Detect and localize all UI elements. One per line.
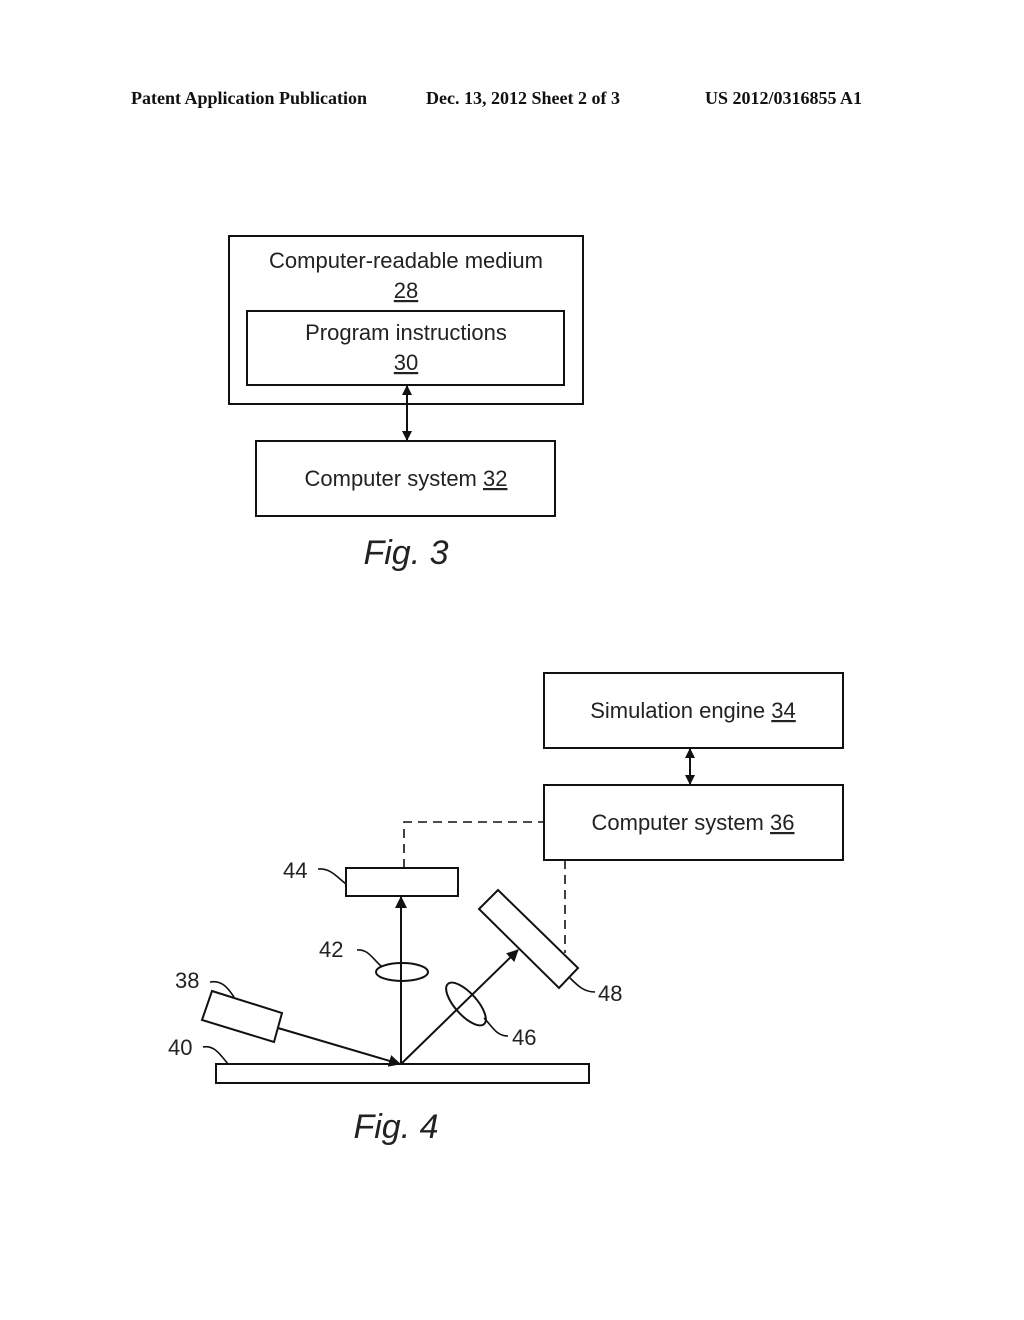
specimen-40-plate <box>215 1063 590 1084</box>
instructions-ref: 30 <box>394 350 418 375</box>
detector-44-box <box>345 867 459 897</box>
fig3-caption: Fig. 3 <box>363 534 448 572</box>
leader-48 <box>569 977 596 993</box>
leader-40 <box>202 1045 229 1065</box>
leader-44 <box>317 868 347 885</box>
medium-label: Computer-readable medium <box>269 248 543 273</box>
instructions-label: Program instructions <box>305 320 507 345</box>
computer-36-label: Computer system 36 <box>592 810 795 835</box>
ref-42: 42 <box>319 937 343 962</box>
computer-32-label: Computer system 32 <box>305 466 508 491</box>
figure-3: Computer-readable medium 28 Program inst… <box>228 235 584 572</box>
ref-48: 48 <box>598 981 622 1006</box>
lens-46 <box>445 981 487 1027</box>
simulation-label: Simulation engine 34 <box>590 698 796 723</box>
drawing-sheet: Computer-readable medium 28 Program inst… <box>168 235 844 1146</box>
oblique-beam <box>400 949 519 1065</box>
dashed-link-to-44 <box>403 821 544 868</box>
figure-4: Simulation engine 34 Computer system 36 <box>168 672 844 1146</box>
leader-42 <box>356 949 382 967</box>
ref-40: 40 <box>168 1035 192 1060</box>
medium-ref: 28 <box>394 278 418 303</box>
leader-46 <box>483 1017 509 1037</box>
ref-38: 38 <box>175 968 199 993</box>
ref-46: 46 <box>512 1025 536 1050</box>
light-source-38-box <box>200 989 284 1044</box>
incident-beam <box>277 1027 401 1067</box>
ref-44: 44 <box>283 858 307 883</box>
fig4-caption: Fig. 4 <box>353 1108 438 1146</box>
